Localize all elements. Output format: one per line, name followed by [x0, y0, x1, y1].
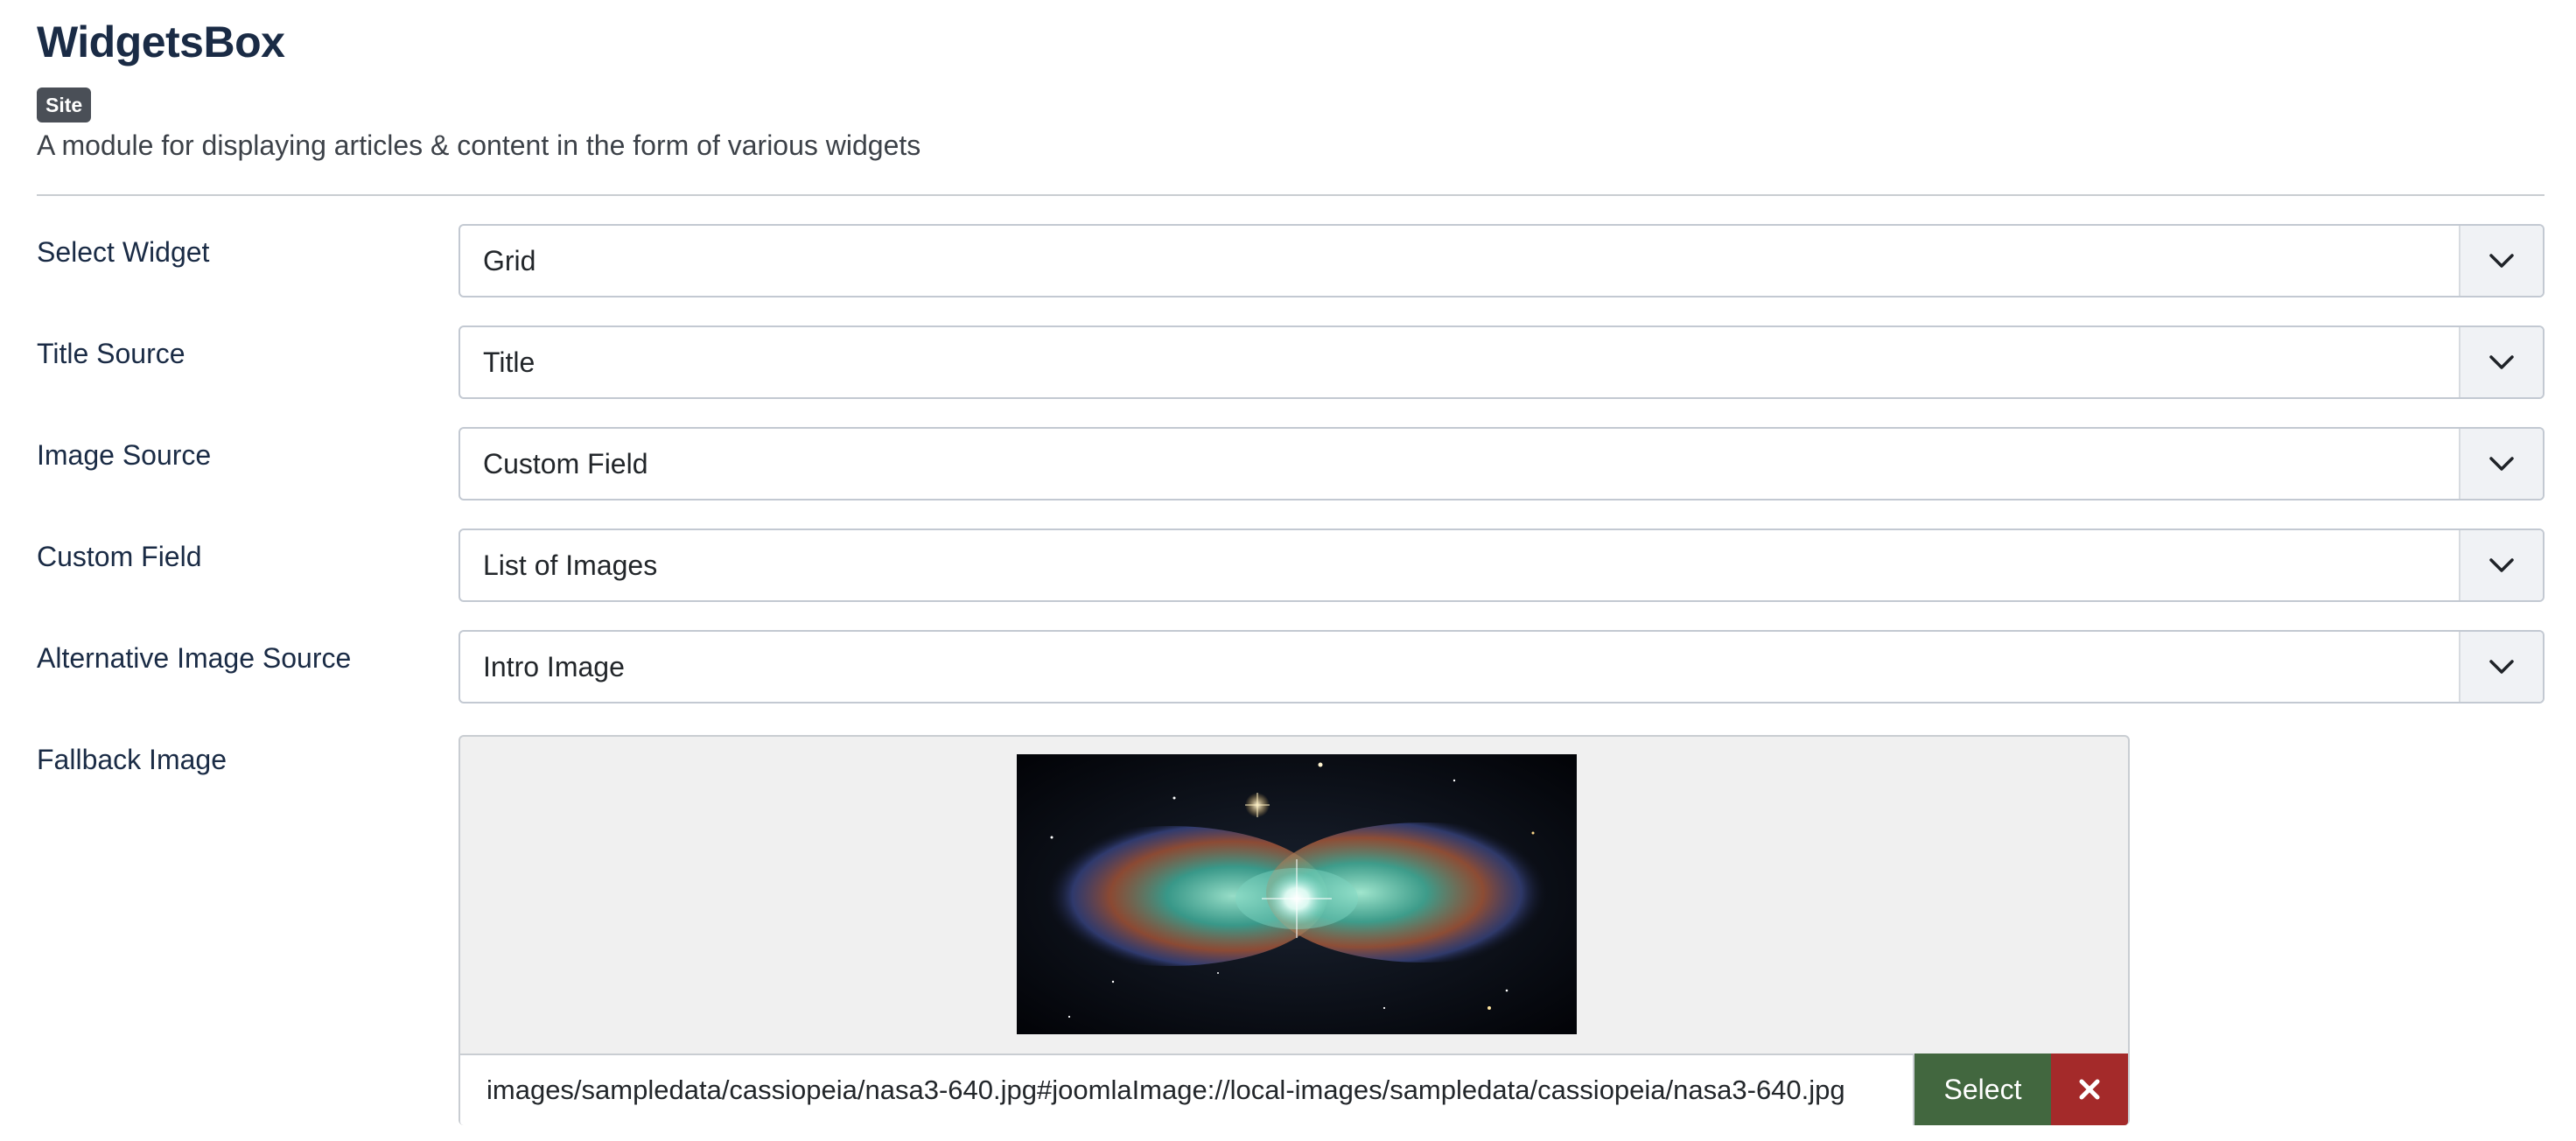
- chevron-down-icon: [2459, 327, 2543, 397]
- chevron-down-icon: [2459, 429, 2543, 499]
- fallback-image-path-input[interactable]: images/sampledata/cassiopeia/nasa3-640.j…: [460, 1054, 1914, 1125]
- nebula-image: [1017, 754, 1577, 1034]
- fallback-image-label: Fallback Image: [37, 744, 227, 775]
- module-description: A module for displaying articles & conte…: [37, 130, 921, 161]
- alternative-image-source-dropdown[interactable]: Intro Image: [458, 630, 2544, 704]
- custom-field-label: Custom Field: [37, 541, 202, 572]
- custom-field-value: List of Images: [483, 550, 658, 581]
- site-badge: Site: [37, 88, 92, 122]
- fallback-image-preview[interactable]: [1017, 754, 1577, 1034]
- clear-image-button[interactable]: [2051, 1054, 2128, 1125]
- title-source-label: Title Source: [37, 338, 186, 369]
- chevron-down-icon: [2459, 226, 2543, 296]
- chevron-down-icon: [2459, 530, 2543, 600]
- select-widget-label: Select Widget: [37, 236, 210, 268]
- alternative-image-source-label: Alternative Image Source: [37, 642, 352, 674]
- image-source-label: Image Source: [37, 439, 212, 471]
- page-title: WidgetsBox: [37, 18, 285, 66]
- alternative-image-source-value: Intro Image: [483, 651, 625, 682]
- select-widget-value: Grid: [483, 245, 536, 276]
- fallback-image-field: images/sampledata/cassiopeia/nasa3-640.j…: [458, 735, 2130, 1125]
- select-image-button[interactable]: Select: [1914, 1054, 2051, 1125]
- divider: [37, 194, 2544, 196]
- title-source-dropdown[interactable]: Title: [458, 326, 2544, 399]
- custom-field-dropdown[interactable]: List of Images: [458, 528, 2544, 602]
- image-source-value: Custom Field: [483, 448, 648, 480]
- title-source-value: Title: [483, 346, 536, 378]
- image-source-dropdown[interactable]: Custom Field: [458, 427, 2544, 500]
- chevron-down-icon: [2459, 632, 2543, 702]
- close-icon: [2079, 1079, 2100, 1100]
- select-widget-dropdown[interactable]: Grid: [458, 224, 2544, 298]
